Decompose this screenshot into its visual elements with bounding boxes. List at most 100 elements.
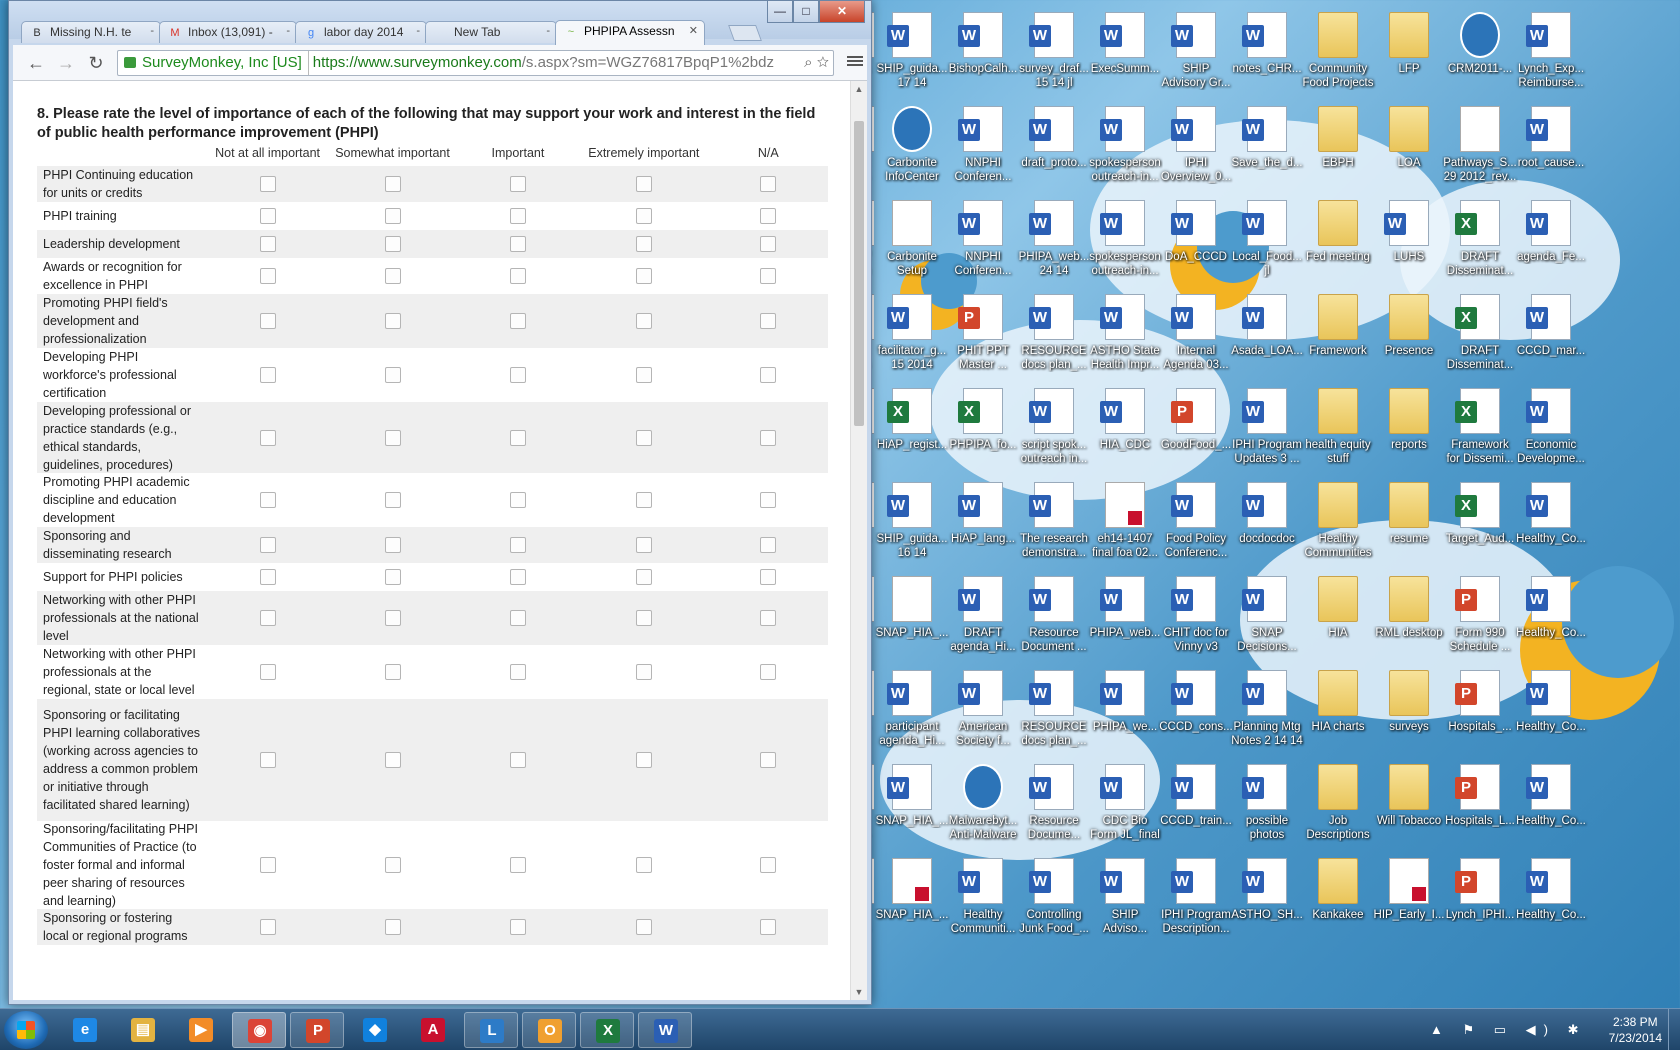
rating-checkbox[interactable] [259,367,276,383]
tab-close-icon[interactable]: - [546,25,550,37]
desktop-icon[interactable]: agenda_Fe... [1513,192,1589,288]
desktop-icon[interactable]: spokesperson outreach-in... [1087,192,1163,288]
desktop-icon[interactable]: Food Policy Conferenc... [1158,474,1234,570]
desktop-icon[interactable]: DRAFT Disseminat... [1442,192,1518,288]
rating-checkbox[interactable] [259,569,276,585]
rating-checkbox[interactable] [635,367,652,383]
rating-checkbox[interactable] [384,236,401,252]
browser-tab[interactable]: M Inbox (13,091) - - [159,21,297,43]
rating-checkbox[interactable] [760,268,777,284]
scroll-up-arrow[interactable]: ▲ [851,81,867,97]
rating-checkbox[interactable] [635,569,652,585]
rating-checkbox[interactable] [760,313,777,329]
rating-checkbox[interactable] [760,492,777,508]
desktop-icon[interactable]: RESOURCE docs plan_... [1016,286,1092,382]
desktop-icon[interactable]: Local_Food... jl [1229,192,1305,288]
taskbar-word-button[interactable]: W [638,1012,692,1048]
rating-checkbox[interactable] [259,268,276,284]
desktop-icon[interactable]: participant agenda_Hi... [874,662,950,758]
rating-checkbox[interactable] [760,208,777,224]
desktop-icon[interactable]: Job Descriptions [1300,756,1376,852]
desktop-icon[interactable]: Framework for Dissemi... [1442,380,1518,476]
desktop-icon[interactable]: Healthy_Co... [1513,662,1589,758]
browser-tab[interactable]: g labor day 2014- [295,21,427,43]
rating-checkbox[interactable] [259,208,276,224]
desktop-icon[interactable]: Form 990 Schedule ... [1442,568,1518,664]
tab-close-icon[interactable]: ✕ [689,24,698,37]
desktop-icon[interactable]: Healthy_Co... [1513,850,1589,946]
rating-checkbox[interactable] [384,492,401,508]
desktop-icon[interactable]: CHIT doc for Vinny v3 [1158,568,1234,664]
desktop-icon[interactable]: Healthy Communities [1300,474,1376,570]
rating-checkbox[interactable] [259,752,276,768]
rating-checkbox[interactable] [509,569,526,585]
rating-checkbox[interactable] [509,208,526,224]
desktop-icon[interactable]: HiAP_regist... [874,380,950,476]
desktop-icon[interactable]: resume [1371,474,1447,570]
rating-checkbox[interactable] [259,236,276,252]
desktop-icon[interactable]: reports [1371,380,1447,476]
desktop-icon[interactable]: eh14-1407 final foa 02... [1087,474,1163,570]
tab-close-icon[interactable]: - [286,25,290,37]
desktop-icon[interactable]: Framework [1300,286,1376,382]
rating-checkbox[interactable] [384,537,401,553]
taskbar-outlook-button[interactable]: O [522,1012,576,1048]
tab-close-icon[interactable]: - [150,25,154,37]
desktop-icon[interactable]: SNAP Decisions... [1229,568,1305,664]
browser-tab[interactable]: ~ PHPIPA Assessn ✕ [555,20,705,45]
back-button[interactable]: ← [25,53,47,75]
chrome-menu-icon[interactable] [847,54,863,70]
desktop-icon[interactable]: possible photos [1229,756,1305,852]
rating-checkbox[interactable] [509,610,526,626]
rating-checkbox[interactable] [635,752,652,768]
taskbar-media-button[interactable]: ▶ [174,1012,228,1048]
ev-certificate-badge[interactable]: SurveyMonkey, Inc [US] [118,51,309,75]
desktop-icon[interactable]: American Society f... [945,662,1021,758]
desktop-icon[interactable]: IPHI Overview_0... [1158,98,1234,194]
rating-checkbox[interactable] [760,429,777,446]
desktop-icon[interactable]: facilitator_g... 15 2014 [874,286,950,382]
desktop-icon[interactable]: SNAP_HIA_... [874,756,950,852]
rating-checkbox[interactable] [259,429,276,446]
rating-checkbox[interactable] [259,492,276,508]
reload-button[interactable]: ↻ [85,53,107,75]
desktop-icon[interactable]: RESOURCE docs plan_... [1016,662,1092,758]
rating-checkbox[interactable] [635,857,652,873]
rating-checkbox[interactable] [760,664,777,680]
rating-checkbox[interactable] [635,664,652,680]
desktop-icon[interactable]: NNPHI Conferen... [945,192,1021,288]
desktop-icon[interactable]: NNPHI Conferen... [945,98,1021,194]
rating-checkbox[interactable] [384,429,401,446]
desktop-icon[interactable]: Carbonite Setup [874,192,950,288]
desktop-icon[interactable]: PHIPA_we... [1087,662,1163,758]
desktop-icon[interactable]: HIP_Early_I... [1371,850,1447,946]
rating-checkbox[interactable] [509,664,526,680]
rating-checkbox[interactable] [509,919,526,935]
desktop-icon[interactable]: Economic Developme... [1513,380,1589,476]
rating-checkbox[interactable] [635,208,652,224]
desktop-icon[interactable]: HIA charts [1300,662,1376,758]
desktop-icon[interactable]: ExecSumm... [1087,4,1163,100]
taskbar-dropbox-button[interactable]: ◆ [348,1012,402,1048]
desktop-icon[interactable]: SHIP Adviso... [1087,850,1163,946]
desktop-icon[interactable]: Planning Mtg Notes 2 14 14 [1229,662,1305,758]
browser-tab[interactable]: B Missing N.H. te - [21,21,161,43]
taskbar-powerpoint-button[interactable]: P [290,1012,344,1048]
desktop-icon[interactable]: LFP [1371,4,1447,100]
tray-icons[interactable]: ▲ ⚑ ▭ ◀) ✱ [1430,1022,1586,1038]
rating-checkbox[interactable] [635,268,652,284]
desktop-icon[interactable]: surveys [1371,662,1447,758]
desktop-icon[interactable]: Healthy_Co... [1513,756,1589,852]
rating-checkbox[interactable] [635,429,652,446]
rating-checkbox[interactable] [384,367,401,383]
rating-checkbox[interactable] [384,752,401,768]
desktop-icon[interactable]: Lynch_Exp... Reimburse... [1513,4,1589,100]
desktop-icon[interactable]: SHIP_guida... 16 14 [874,474,950,570]
desktop-icon[interactable]: Healthy_Co... [1513,568,1589,664]
desktop-icon[interactable]: BishopCalh... [945,4,1021,100]
desktop-icon[interactable]: spokesperson outreach-in... [1087,98,1163,194]
rating-checkbox[interactable] [259,610,276,626]
desktop-icon[interactable]: HIA_CDC [1087,380,1163,476]
rating-checkbox[interactable] [509,176,526,192]
desktop-icon[interactable]: Internal Agenda 03... [1158,286,1234,382]
